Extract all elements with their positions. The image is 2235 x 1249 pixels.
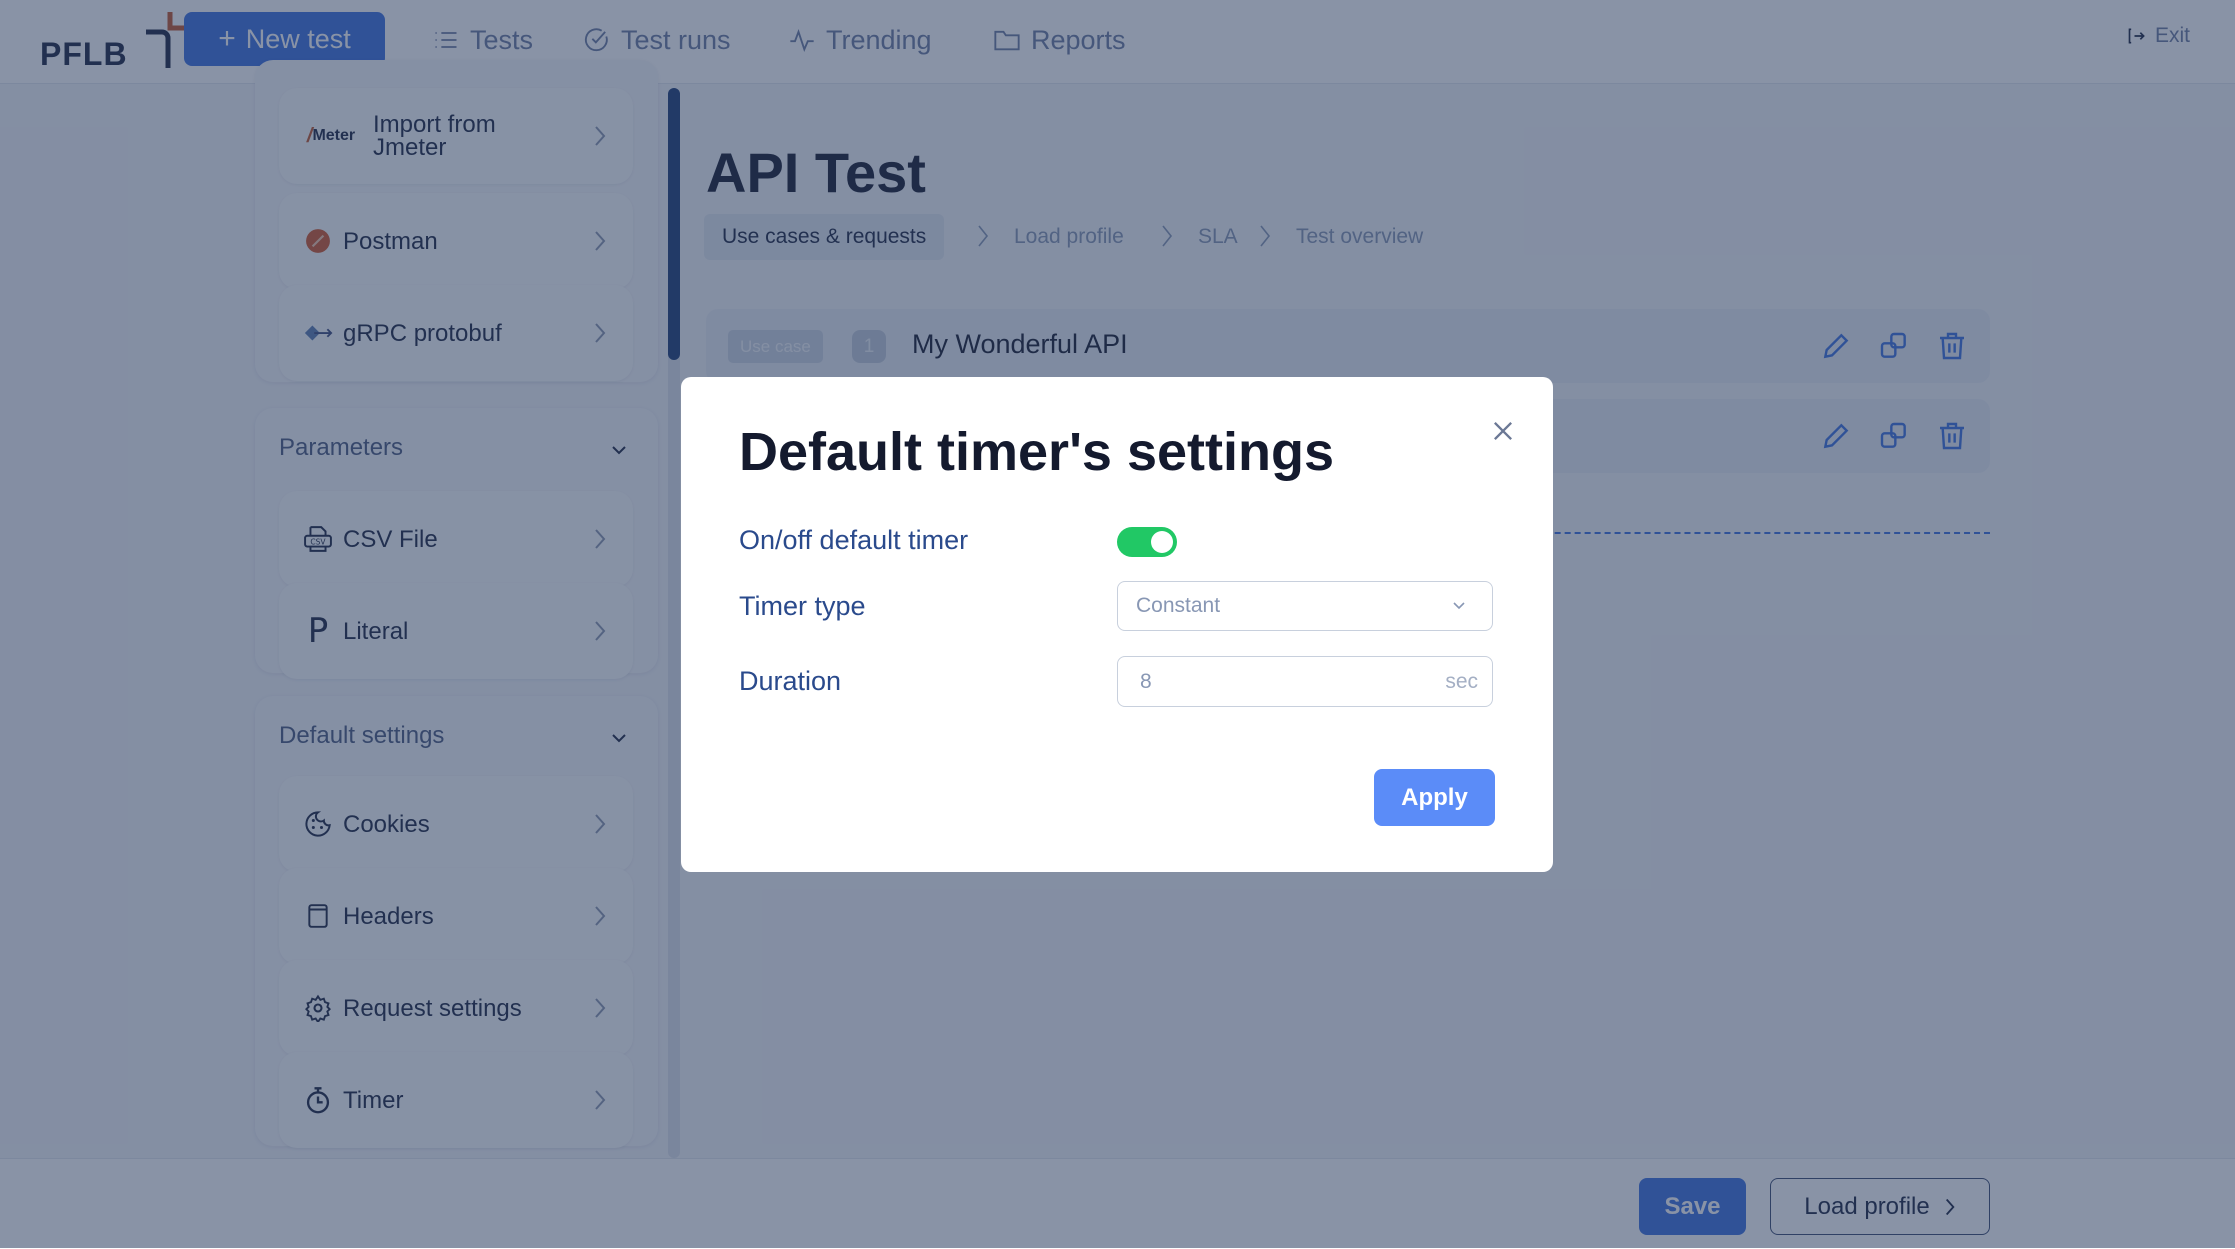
- apply-button[interactable]: Apply: [1374, 769, 1495, 826]
- toggle-label: On/off default timer: [739, 525, 969, 555]
- duration-label: Duration: [739, 666, 842, 696]
- duration-value: 8: [1140, 669, 1152, 693]
- modal-title: Default timer's settings: [739, 422, 1334, 482]
- toggle-knob: [1151, 531, 1173, 553]
- duration-unit: sec: [1445, 669, 1478, 693]
- chevron-down-icon: [1453, 602, 1465, 610]
- timer-type-value: Constant: [1136, 594, 1221, 617]
- duration-input[interactable]: 8 sec: [1117, 656, 1493, 707]
- timer-type-select[interactable]: Constant: [1117, 581, 1493, 631]
- default-timer-toggle[interactable]: [1117, 527, 1177, 557]
- close-icon[interactable]: [1489, 417, 1517, 445]
- timer-type-label: Timer type: [739, 591, 866, 621]
- timer-settings-modal: Default timer's settings On/off default …: [681, 377, 1553, 872]
